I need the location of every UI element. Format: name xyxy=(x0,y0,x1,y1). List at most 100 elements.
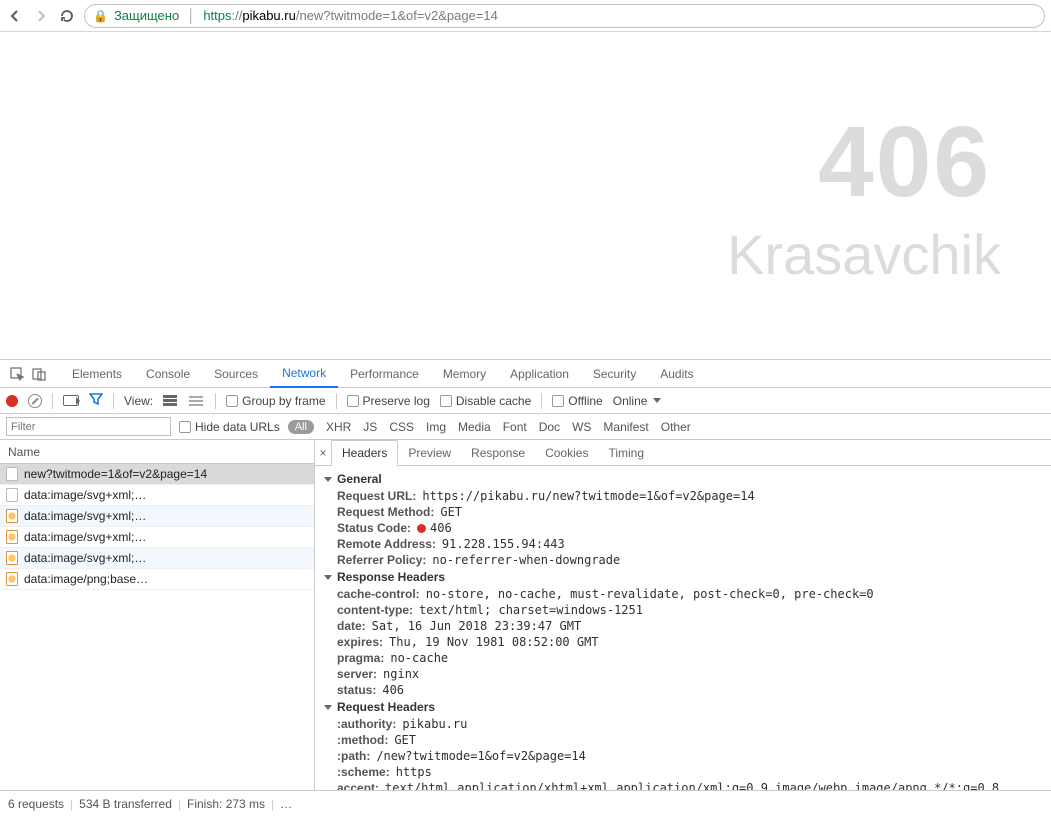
filter-type-other[interactable]: Other xyxy=(657,420,695,434)
filter-all-pill[interactable]: All xyxy=(288,420,314,434)
header-row: server:nginx xyxy=(315,666,1051,682)
filter-type-css[interactable]: CSS xyxy=(385,420,418,434)
browser-toolbar: 🔒 Защищено │ https://pikabu.ru/new?twitm… xyxy=(0,0,1051,32)
group-by-frame-checkbox[interactable]: Group by frame xyxy=(226,394,325,408)
request-column-name[interactable]: Name xyxy=(0,440,314,464)
filter-type-xhr[interactable]: XHR xyxy=(322,420,355,434)
header-row: expires:Thu, 19 Nov 1981 08:52:00 GMT xyxy=(315,634,1051,650)
header-row: Request Method:GET xyxy=(315,504,1051,520)
request-row[interactable]: new?twitmode=1&of=v2&page=14 xyxy=(0,464,314,485)
request-row[interactable]: data:image/svg+xml;… xyxy=(0,485,314,506)
online-select[interactable]: Online xyxy=(613,394,662,408)
devtools-tab-elements[interactable]: Elements xyxy=(60,360,134,388)
devtools-tab-network[interactable]: Network xyxy=(270,360,338,388)
disable-cache-checkbox[interactable]: Disable cache xyxy=(440,394,531,408)
url: https://pikabu.ru/new?twitmode=1&of=v2&p… xyxy=(203,8,498,23)
detail-tab-preview[interactable]: Preview xyxy=(398,440,461,466)
device-toggle-icon[interactable] xyxy=(28,363,50,385)
header-row: accept:text/html,application/xhtml+xml,a… xyxy=(315,780,1051,790)
detail-tab-timing[interactable]: Timing xyxy=(598,440,654,466)
address-bar[interactable]: 🔒 Защищено │ https://pikabu.ru/new?twitm… xyxy=(84,4,1045,28)
filter-type-ws[interactable]: WS xyxy=(568,420,595,434)
chevron-down-icon xyxy=(653,398,661,403)
header-row: content-type:text/html; charset=windows-… xyxy=(315,602,1051,618)
detail-tab-cookies[interactable]: Cookies xyxy=(535,440,598,466)
filter-type-img[interactable]: Img xyxy=(422,420,450,434)
request-name: new?twitmode=1&of=v2&page=14 xyxy=(24,467,207,481)
header-row: date:Sat, 16 Jun 2018 23:39:47 GMT xyxy=(315,618,1051,634)
filter-toggle-icon[interactable] xyxy=(89,392,103,409)
devtools-tab-sources[interactable]: Sources xyxy=(202,360,270,388)
request-row[interactable]: data:image/svg+xml;… xyxy=(0,527,314,548)
file-icon xyxy=(6,467,18,481)
filter-type-js[interactable]: JS xyxy=(359,420,381,434)
lock-icon: 🔒 xyxy=(93,9,108,23)
disclosure-triangle-icon xyxy=(324,575,332,580)
section-heading[interactable]: General xyxy=(315,470,1051,488)
status-dot-icon xyxy=(417,524,426,533)
request-list: Name new?twitmode=1&of=v2&page=14 data:im… xyxy=(0,440,315,790)
reload-icon[interactable] xyxy=(58,7,76,25)
network-toolbar: View: Group by frame Preserve log Disabl… xyxy=(0,388,1051,414)
separator: │ xyxy=(187,8,195,23)
page-viewport: 406 Krasavchik xyxy=(0,32,1051,360)
filter-type-media[interactable]: Media xyxy=(454,420,495,434)
forward-icon[interactable] xyxy=(32,7,50,25)
header-row: status:406 xyxy=(315,682,1051,698)
hide-data-urls-checkbox[interactable]: Hide data URLs xyxy=(179,420,280,434)
error-word: Krasavchik xyxy=(727,227,1001,283)
close-icon[interactable]: × xyxy=(315,440,331,466)
request-name: data:image/svg+xml;… xyxy=(24,488,146,502)
file-icon xyxy=(6,530,18,544)
request-name: data:image/svg+xml;… xyxy=(24,551,146,565)
view-label: View: xyxy=(124,394,153,408)
record-icon[interactable] xyxy=(6,395,18,407)
header-row: Remote Address:91.228.155.94:443 xyxy=(315,536,1051,552)
filter-type-manifest[interactable]: Manifest xyxy=(599,420,652,434)
file-icon xyxy=(6,551,18,565)
request-row[interactable]: data:image/svg+xml;… xyxy=(0,506,314,527)
status-more: … xyxy=(280,797,292,811)
header-row: :method:GET xyxy=(315,732,1051,748)
filter-input[interactable] xyxy=(6,417,171,436)
disclosure-triangle-icon xyxy=(324,705,332,710)
request-row[interactable]: data:image/svg+xml;… xyxy=(0,548,314,569)
devtools-tab-performance[interactable]: Performance xyxy=(338,360,431,388)
screenshot-icon[interactable] xyxy=(63,395,79,406)
status-requests: 6 requests xyxy=(8,797,64,811)
request-name: data:image/png;base… xyxy=(24,572,148,586)
devtools-tab-memory[interactable]: Memory xyxy=(431,360,498,388)
header-row: :authority:pikabu.ru xyxy=(315,716,1051,732)
disclosure-triangle-icon xyxy=(324,477,332,482)
request-detail-panel: × HeadersPreviewResponseCookiesTiming Ge… xyxy=(315,440,1051,790)
section-heading[interactable]: Request Headers xyxy=(315,698,1051,716)
clear-icon[interactable] xyxy=(28,394,42,408)
header-row: :path:/new?twitmode=1&of=v2&page=14 xyxy=(315,748,1051,764)
header-row: cache-control:no-store, no-cache, must-r… xyxy=(315,586,1051,602)
devtools-body: Name new?twitmode=1&of=v2&page=14 data:im… xyxy=(0,440,1051,790)
request-row[interactable]: data:image/png;base… xyxy=(0,569,314,590)
file-icon xyxy=(6,572,18,586)
offline-checkbox[interactable]: Offline xyxy=(552,394,602,408)
devtools-tab-audits[interactable]: Audits xyxy=(648,360,705,388)
devtools-tab-console[interactable]: Console xyxy=(134,360,202,388)
file-icon xyxy=(6,509,18,523)
header-row: Referrer Policy:no-referrer-when-downgra… xyxy=(315,552,1051,568)
back-icon[interactable] xyxy=(6,7,24,25)
detail-tab-headers[interactable]: Headers xyxy=(331,440,398,466)
devtools-tab-security[interactable]: Security xyxy=(581,360,648,388)
detail-tab-response[interactable]: Response xyxy=(461,440,535,466)
status-finish: Finish: 273 ms xyxy=(187,797,265,811)
status-transferred: 534 B transferred xyxy=(79,797,172,811)
filter-type-font[interactable]: Font xyxy=(499,420,531,434)
header-row: :scheme:https xyxy=(315,764,1051,780)
section-heading[interactable]: Response Headers xyxy=(315,568,1051,586)
devtools-tab-application[interactable]: Application xyxy=(498,360,581,388)
file-icon xyxy=(6,488,18,502)
preserve-log-checkbox[interactable]: Preserve log xyxy=(347,394,430,408)
filter-type-doc[interactable]: Doc xyxy=(535,420,564,434)
inspect-icon[interactable] xyxy=(6,363,28,385)
request-name: data:image/svg+xml;… xyxy=(24,530,146,544)
view-large-icon[interactable] xyxy=(163,395,179,407)
view-small-icon[interactable] xyxy=(189,395,205,407)
